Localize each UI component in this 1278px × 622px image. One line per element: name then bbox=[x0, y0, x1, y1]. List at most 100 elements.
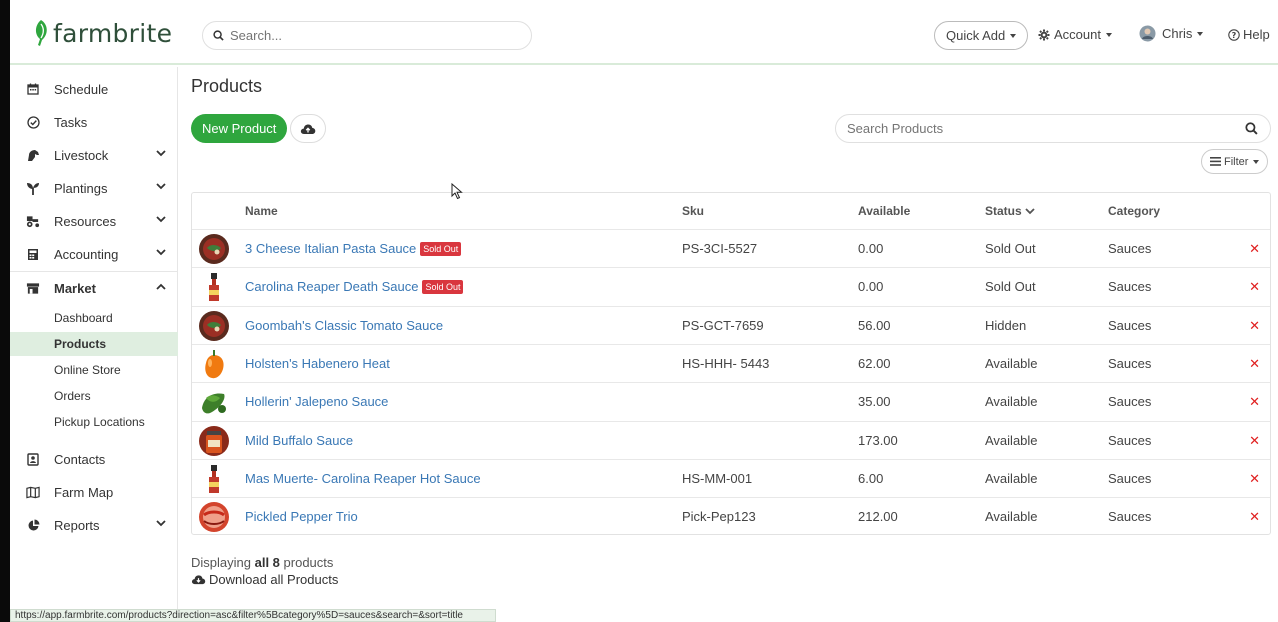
column-header-label: Sku bbox=[682, 204, 705, 218]
chevron-down-icon bbox=[156, 150, 166, 157]
sold-out-badge: Sold Out bbox=[422, 279, 464, 294]
product-sku: PS-GCT-7659 bbox=[682, 317, 764, 333]
new-product-button[interactable]: New Product bbox=[191, 114, 288, 143]
search-icon[interactable] bbox=[1245, 122, 1258, 135]
delete-icon[interactable]: ✕ bbox=[1249, 394, 1260, 410]
product-search[interactable] bbox=[835, 114, 1271, 143]
sidebar-subitem-label: Dashboard bbox=[54, 311, 113, 325]
product-sku: Pick-Pep123 bbox=[682, 509, 756, 525]
column-header-name[interactable]: Name bbox=[245, 204, 278, 218]
product-name-link[interactable]: Hollerin' Jalepeno Sauce bbox=[245, 394, 388, 409]
quick-add-button[interactable]: Quick Add bbox=[934, 21, 1029, 50]
page-title: Products bbox=[191, 76, 263, 96]
delete-icon[interactable]: ✕ bbox=[1249, 356, 1260, 372]
sidebar-item-reports[interactable]: Reports bbox=[10, 510, 178, 540]
product-name-link[interactable]: Holsten's Habenero Heat bbox=[245, 356, 390, 371]
sidebar-subitem-online-store[interactable]: Online Store bbox=[10, 358, 178, 382]
user-menu[interactable]: Chris bbox=[1139, 25, 1204, 42]
product-thumbnail[interactable] bbox=[198, 425, 230, 457]
column-header-sku[interactable]: Sku bbox=[682, 204, 704, 218]
sidebar-item-label: Reports bbox=[54, 517, 100, 533]
product-name-link[interactable]: Mild Buffalo Sauce bbox=[245, 433, 353, 448]
column-header-label: Name bbox=[245, 204, 278, 218]
delete-icon[interactable]: ✕ bbox=[1249, 471, 1260, 487]
table-row[interactable]: Mild Buffalo Sauce 173.00 Available Sauces ✕ bbox=[192, 420, 1270, 459]
sidebar-item-farm-map[interactable]: Farm Map bbox=[10, 477, 178, 507]
help-label: Help bbox=[1243, 27, 1270, 42]
sidebar-item-label: Farm Map bbox=[54, 484, 114, 500]
filter-button[interactable]: Filter bbox=[1201, 149, 1269, 174]
product-category: Sauces bbox=[1108, 279, 1152, 295]
product-thumbnail[interactable] bbox=[198, 271, 230, 303]
product-name-link[interactable]: Pickled Pepper Trio bbox=[245, 509, 358, 524]
download-all-label: Download all Products bbox=[209, 572, 339, 587]
column-header-status[interactable]: Status bbox=[985, 204, 1035, 218]
table-row[interactable]: Mas Muerte- Carolina Reaper Hot Sauce HS-… bbox=[192, 458, 1270, 497]
sidebar-item-livestock[interactable]: Livestock bbox=[10, 140, 178, 170]
sidebar-subitem-pickup-locations[interactable]: Pickup Locations bbox=[10, 410, 178, 434]
sidebar-item-contacts[interactable]: Contacts bbox=[10, 444, 178, 474]
product-thumbnail[interactable] bbox=[198, 501, 230, 533]
chevron-down-icon bbox=[156, 183, 166, 190]
sidebar-subitem-orders[interactable]: Orders bbox=[10, 384, 178, 408]
display-suffix: products bbox=[283, 555, 334, 570]
search-icon bbox=[213, 30, 224, 41]
delete-icon[interactable]: ✕ bbox=[1249, 509, 1260, 525]
table-row[interactable]: Holsten's Habenero Heat HS-HHH- 5443 62.00… bbox=[192, 343, 1270, 382]
sidebar-item-schedule[interactable]: Schedule bbox=[10, 74, 178, 104]
product-name: Hollerin' Jalepeno Sauce bbox=[245, 394, 389, 410]
sidebar-item-market[interactable]: Market bbox=[10, 273, 178, 303]
product-name: 3 Cheese Italian Pasta Sauce bbox=[245, 241, 417, 256]
product-name-link[interactable]: Goombah's Classic Tomato Sauce bbox=[245, 318, 443, 333]
global-search[interactable] bbox=[202, 21, 532, 50]
product-search-input[interactable] bbox=[847, 121, 1227, 136]
sidebar-subitem-dashboard[interactable]: Dashboard bbox=[10, 306, 178, 330]
browser-status-url: https://app.farmbrite.com/products?direc… bbox=[10, 609, 496, 622]
product-available: 6.00 bbox=[858, 470, 884, 486]
download-all-link[interactable]: Download all Products bbox=[191, 572, 338, 587]
product-name-link[interactable]: Carolina Reaper Death Sauce Sold Out bbox=[245, 279, 464, 294]
delete-icon[interactable]: ✕ bbox=[1249, 241, 1260, 257]
delete-icon[interactable]: ✕ bbox=[1249, 279, 1260, 295]
product-thumbnail[interactable] bbox=[198, 310, 230, 342]
column-header-available[interactable]: Available bbox=[858, 204, 910, 218]
sidebar-item-accounting[interactable]: Accounting bbox=[10, 239, 178, 269]
account-menu[interactable]: Account bbox=[1038, 27, 1112, 42]
delete-icon[interactable]: ✕ bbox=[1249, 318, 1260, 334]
sidebar-item-resources[interactable]: Resources bbox=[10, 206, 178, 236]
table-row[interactable]: Hollerin' Jalepeno Sauce 35.00 Available Sa… bbox=[192, 382, 1270, 420]
product-available: 0.00 bbox=[858, 241, 884, 256]
sidebar-item-label: Contacts bbox=[54, 451, 106, 467]
chevron-up-icon bbox=[156, 283, 166, 290]
product-category: Sauces bbox=[1108, 509, 1152, 525]
upload-button[interactable] bbox=[290, 114, 326, 143]
svg-text:?: ? bbox=[1232, 30, 1237, 39]
display-prefix: Displaying bbox=[191, 555, 251, 570]
delete-icon[interactable]: ✕ bbox=[1249, 433, 1260, 449]
product-name-link[interactable]: Mas Muerte- Carolina Reaper Hot Sauce bbox=[245, 471, 481, 486]
list-icon bbox=[1210, 157, 1221, 166]
table-row[interactable]: Goombah's Classic Tomato Sauce PS-GCT-765… bbox=[192, 305, 1270, 344]
product-thumbnail[interactable] bbox=[198, 386, 230, 418]
column-header-category[interactable]: Category bbox=[1108, 204, 1160, 218]
sidebar-subitem-label: Products bbox=[54, 337, 107, 351]
sidebar-subitem-products[interactable]: Products bbox=[10, 332, 178, 356]
calendar-icon bbox=[26, 82, 40, 96]
table-row[interactable]: Pickled Pepper Trio Pick-Pep123 212.00 Avai… bbox=[192, 497, 1270, 535]
farmbrite-logo[interactable]: farmbrite bbox=[32, 18, 172, 48]
sidebar-item-tasks[interactable]: Tasks bbox=[10, 107, 178, 137]
table-row[interactable]: Carolina Reaper Death Sauce Sold Out 0.00 S… bbox=[192, 267, 1270, 305]
help-link[interactable]: ? Help bbox=[1228, 27, 1270, 42]
product-name-link[interactable]: 3 Cheese Italian Pasta Sauce Sold Out bbox=[245, 241, 462, 256]
column-header-label: Available bbox=[858, 204, 911, 218]
product-thumbnail[interactable] bbox=[198, 463, 230, 495]
question-circle-icon: ? bbox=[1228, 28, 1240, 41]
table-row[interactable]: 3 Cheese Italian Pasta Sauce Sold Out PS-3… bbox=[192, 229, 1270, 267]
product-thumbnail[interactable] bbox=[198, 233, 230, 265]
sidebar-item-plantings[interactable]: Plantings bbox=[10, 173, 178, 203]
global-search-input[interactable] bbox=[230, 28, 510, 43]
sidebar-item-label: Resources bbox=[54, 213, 117, 229]
product-name: Holsten's Habenero Heat bbox=[245, 355, 390, 371]
gear-icon bbox=[1038, 29, 1050, 40]
product-thumbnail[interactable] bbox=[198, 348, 230, 380]
